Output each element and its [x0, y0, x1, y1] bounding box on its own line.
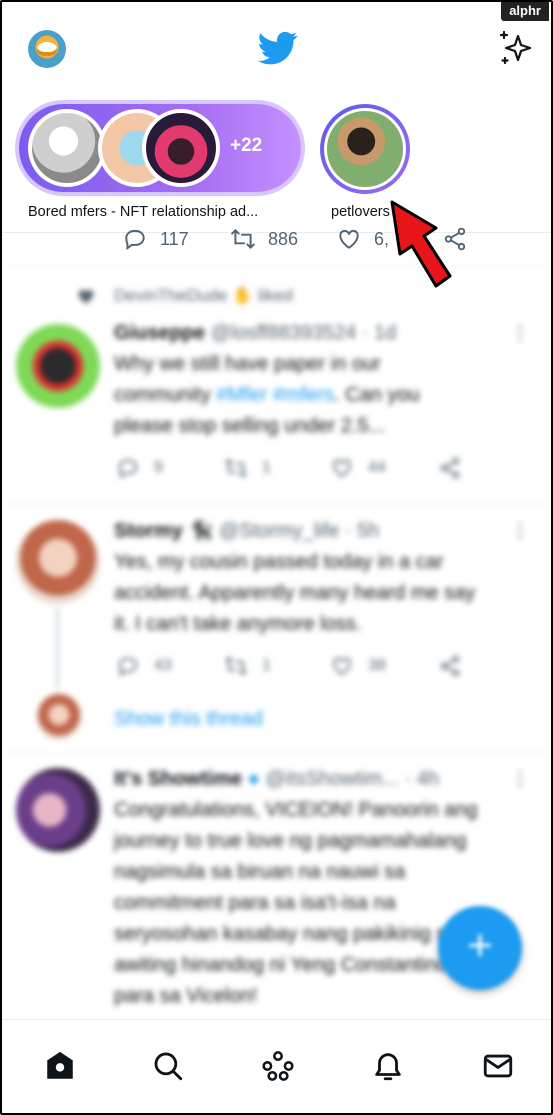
tweet-handle: @itsShowtim... · 4h — [265, 768, 440, 790]
tweet-header: Giuseppe @losff88393524 · 1d — [114, 318, 396, 349]
liked-by-row: DevinTheDude ✋ liked — [114, 286, 293, 305]
heart-filled-icon — [78, 290, 94, 304]
tweet-avatar[interactable] — [16, 768, 100, 852]
tweet-author[interactable]: Giuseppe — [114, 322, 205, 344]
tweet-text-line: Why we still have paper in our — [114, 353, 381, 375]
tweet-text-line: it. I can't take anymore loss. — [114, 613, 362, 635]
reply-action[interactable]: 9 — [116, 456, 163, 480]
messages-icon — [483, 1054, 513, 1078]
dog-avatar-image — [324, 108, 406, 190]
more-icon[interactable]: ⋮ — [510, 318, 530, 349]
share-icon — [440, 457, 460, 479]
fleet-group-count: +22 — [230, 135, 263, 156]
notifications-icon — [375, 1053, 401, 1081]
heart-icon — [333, 657, 351, 676]
reply-count: 43 — [154, 657, 172, 674]
liked-by-suffix: liked — [258, 286, 293, 305]
divider — [2, 504, 551, 505]
retweet-icon — [225, 458, 247, 478]
reply-action[interactable]: 43 — [116, 654, 172, 678]
heart-icon — [333, 459, 351, 478]
tweet-handle: @Stormy_life · 5h — [218, 520, 380, 542]
share-icon — [440, 655, 460, 677]
tweet-author[interactable]: It's Showtime — [114, 768, 242, 790]
sparkle-icon[interactable] — [496, 28, 536, 68]
fleets-row: +22 Bored mfers - NFT relationship ad...… — [2, 90, 551, 233]
text-fragment: community — [114, 384, 217, 406]
share-action[interactable] — [438, 456, 462, 480]
messages-tab[interactable] — [478, 1046, 518, 1086]
share-action[interactable] — [438, 654, 462, 678]
text-fragment: . Can you — [334, 384, 420, 406]
search-icon — [154, 1052, 183, 1081]
hashtags-link[interactable]: #Mfer #mfers — [216, 384, 334, 406]
like-action[interactable]: 38 — [330, 654, 386, 678]
tweet-text-line: accident. Apparently many heard me say — [114, 582, 476, 604]
retweet-action[interactable]: 886 — [230, 226, 298, 252]
tweet-text-line: commitment para sa isa't-isa na — [114, 892, 396, 914]
bottom-navigation — [2, 1019, 551, 1113]
app-frame: alphr +22 Bored mfers - NFT relationship… — [0, 0, 553, 1115]
like-count: 38 — [368, 657, 386, 674]
retweet-icon — [225, 656, 247, 676]
home-icon — [47, 1051, 73, 1079]
tweet-text-line: Congratulations, VICEION! Panoorin ang — [114, 799, 478, 821]
spaces-icon — [262, 1051, 294, 1081]
watermark: alphr — [501, 2, 549, 21]
retweet-icon — [231, 228, 255, 250]
retweet-action[interactable]: 1 — [224, 456, 271, 480]
tweet-header: It's Showtime ● @itsShowtim... · 4h — [114, 768, 440, 790]
fleet-avatar-3[interactable] — [142, 109, 220, 187]
like-action[interactable]: 44 — [330, 456, 386, 480]
tweet-avatar[interactable] — [16, 324, 100, 408]
more-icon[interactable]: ⋮ — [510, 516, 530, 547]
tweet-handle: @losff88393524 · 1d — [210, 322, 397, 344]
reply-count: 9 — [154, 459, 163, 476]
like-count: 44 — [368, 459, 386, 476]
tweet-text-line: please stop selling under 2.5... — [114, 415, 386, 437]
retweet-count: 1 — [262, 657, 271, 674]
fleet-avatar-petlovers[interactable] — [320, 104, 410, 194]
tweet-header: Stormy 🐈‍⬛ @Stormy_life · 5h — [114, 516, 379, 547]
search-tab[interactable] — [148, 1046, 188, 1086]
home-tab[interactable] — [40, 1046, 80, 1086]
tweet-avatar[interactable] — [16, 520, 100, 604]
tweet-text-line: awiting hinandog ni Yeng Constantino — [114, 954, 448, 976]
twitter-bird-icon[interactable] — [258, 28, 298, 68]
liked-by-name[interactable]: DevinTheDude — [114, 286, 227, 305]
divider — [2, 266, 551, 267]
retweet-count: 1 — [262, 459, 271, 476]
divider — [2, 752, 551, 753]
reply-icon — [119, 657, 137, 677]
retweet-action[interactable]: 1 — [224, 654, 271, 678]
profile-avatar[interactable] — [28, 30, 66, 68]
tweet-text-line: nagsimula sa biruan na nauwi sa — [114, 861, 406, 883]
tweet-text-line: seryosohan kasabay nang pakikinig sa — [114, 923, 458, 945]
more-icon[interactable]: ⋮ — [510, 764, 530, 795]
thread-line — [56, 608, 59, 688]
notifications-tab[interactable] — [368, 1046, 408, 1086]
reply-count: 117 — [160, 228, 189, 249]
show-thread-link[interactable]: Show this thread — [114, 704, 263, 735]
fleet-avatar-1[interactable] — [28, 109, 106, 187]
tweet-text-line: journey to true love ng pagmamahalang — [114, 830, 467, 852]
tweet-text-line: community #Mfer #mfers. Can you — [114, 380, 420, 411]
tweet-text-line: para sa Vicelon! — [114, 985, 258, 1007]
thread-avatar[interactable] — [36, 694, 82, 740]
retweet-count: 886 — [268, 228, 299, 249]
compose-tweet-button[interactable]: + — [438, 906, 522, 990]
tweet-text-line: Yes, my cousin passed today in a car — [114, 551, 444, 573]
fleet-group-label: Bored mfers - NFT relationship ad... — [28, 204, 259, 220]
top-header — [2, 2, 551, 91]
heart-icon — [339, 229, 359, 249]
reply-icon — [119, 459, 137, 479]
spaces-tab[interactable] — [258, 1046, 298, 1086]
reply-action[interactable]: 117 — [122, 226, 189, 252]
red-arrow-annotation — [390, 200, 452, 288]
tweet-author[interactable]: Stormy 🐈‍⬛ — [114, 520, 213, 542]
reply-icon — [125, 229, 145, 251]
